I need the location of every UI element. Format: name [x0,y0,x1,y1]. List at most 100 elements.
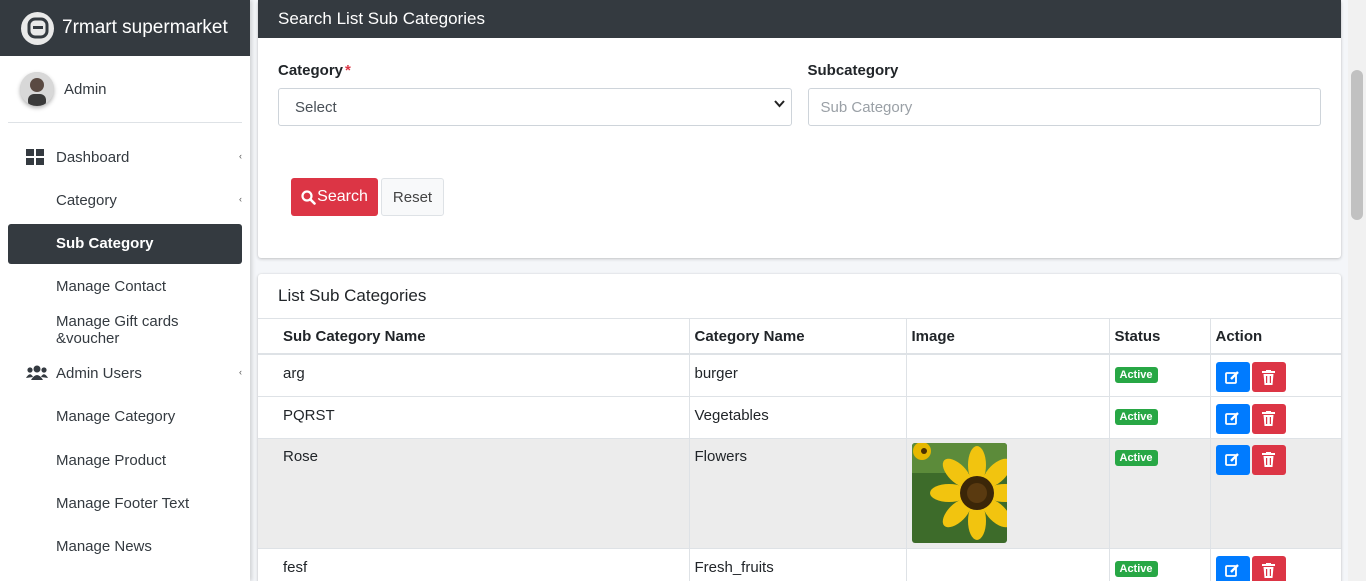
trash-icon [1262,369,1275,385]
sidebar-item-manage-footer-text[interactable]: Manage Footer Text [8,483,242,523]
column-header-image: Image [906,319,1110,355]
chevron-left-icon: ‹ [239,367,242,378]
status-cell: Active [1109,548,1211,581]
table-row: fesf Fresh_fruits Active [258,548,1341,581]
column-header-sub-category-name: Sub Category Name [258,319,690,355]
table-row: PQRST Vegetables Active [258,396,1341,439]
chevron-left-icon: ‹ [239,194,242,205]
search-form: Category * Select Subcategory Sub Categor… [258,62,1341,126]
subcategory-placeholder: Sub Category [820,98,913,116]
action-cell [1210,396,1341,439]
edit-icon [1225,453,1239,466]
edit-button[interactable] [1215,444,1250,475]
category-field-group: Category * Select [278,62,792,126]
brand-title: 7rmart supermarket [62,17,228,38]
delete-button[interactable] [1251,362,1286,392]
table-header-row: Sub Category Name Category Name Image St… [258,319,1341,355]
subcategory-table: Sub Category Name Category Name Image St… [258,319,1341,581]
trash-icon [1262,452,1275,467]
page-scrollbar[interactable] [1348,0,1366,581]
category-name-cell: Fresh_fruits [689,548,907,581]
status-cell: Active [1109,396,1211,439]
column-header-action: Action [1210,319,1341,355]
action-cell [1210,438,1341,549]
delete-button[interactable] [1251,444,1286,475]
search-button[interactable]: Search [291,178,378,216]
status-cell: Active [1109,354,1211,397]
required-mark: * [345,62,351,79]
dashboard-icon [26,149,48,165]
reset-button[interactable]: Reset [381,178,444,216]
image-cell [906,548,1110,581]
trash-icon [1262,411,1275,426]
subcategory-input[interactable]: Sub Category [807,88,1321,126]
search-button-label: Search [317,188,368,205]
brand-logo-icon [21,11,54,45]
users-icon [26,365,48,381]
sidebar-item-manage-gift-cards[interactable]: Manage Gift cards &voucher [8,310,242,350]
edit-icon [1225,564,1239,577]
sub-category-name-cell: Rose [258,438,690,549]
sidebar-item-manage-category[interactable]: Manage Category [8,397,242,437]
sidebar-item-admin-users[interactable]: Admin Users ‹ [8,353,242,393]
sidebar-item-category[interactable]: Category ‹ [8,180,242,220]
subcategory-field-group: Subcategory Sub Category [807,62,1321,126]
action-cell [1210,548,1341,581]
edit-icon [1225,370,1239,384]
user-panel[interactable]: Admin [8,56,242,123]
sidebar-item-dashboard[interactable]: Dashboard ‹ [8,137,242,177]
sidebar-item-label: Manage News [56,538,152,556]
user-name: Admin [64,80,107,98]
delete-button[interactable] [1251,403,1286,434]
sidebar-nav: Dashboard ‹ Category ‹ Sub Category Mana… [0,137,250,567]
image-cell [906,354,1110,397]
status-badge[interactable]: Active [1114,408,1158,425]
sub-category-name-cell: PQRST [258,396,690,439]
image-cell [906,438,1110,549]
sidebar-item-label: Manage Category [56,408,176,426]
sunflower-image [911,442,1007,543]
category-select-value: Select [295,98,337,116]
action-cell [1210,354,1341,397]
search-card: Search List Sub Categories Category * Sel… [258,0,1341,258]
list-card: List Sub Categories Sub Category Name Ca… [258,274,1341,581]
status-badge[interactable]: Active [1114,367,1158,383]
category-name-cell: Vegetables [689,396,907,439]
category-name-cell: Flowers [689,438,907,549]
sidebar-item-label: Manage Footer Text [56,494,190,512]
edit-button[interactable] [1215,403,1250,434]
edit-button[interactable] [1215,362,1250,392]
sidebar-item-manage-product[interactable]: Manage Product [8,440,242,480]
status-badge[interactable]: Active [1114,560,1158,577]
column-header-category-name: Category Name [689,319,907,355]
brand-link[interactable]: 7rmart supermarket [0,0,250,56]
scrollbar-thumb[interactable] [1351,70,1363,220]
sidebar-item-manage-news[interactable]: Manage News [8,527,242,567]
image-cell [906,396,1110,439]
subcategory-label: Subcategory [807,62,899,79]
avatar [20,72,54,106]
category-name-cell: burger [689,354,907,397]
category-label: Category * [278,62,351,79]
search-icon [301,189,316,205]
sidebar-item-label: Category [56,191,117,209]
table-row: Rose Flowers Active [258,438,1341,549]
table-row: arg burger Active [258,354,1341,397]
category-select[interactable]: Select [278,88,792,126]
sidebar-item-label: Manage Gift cards &voucher [56,313,179,348]
status-cell: Active [1109,438,1211,549]
sidebar-item-label: Manage Product [56,451,167,469]
search-actions: Search Reset [258,178,1341,216]
status-badge[interactable]: Active [1114,449,1158,466]
main-content: Search List Sub Categories Category * Sel… [258,0,1341,581]
sidebar: 7rmart supermarket Admin Dashboard ‹ Cat… [0,0,250,581]
delete-button[interactable] [1251,555,1286,581]
column-header-status: Status [1109,319,1211,355]
sidebar-item-manage-contact[interactable]: Manage Contact [8,267,242,307]
edit-button[interactable] [1215,555,1250,581]
edit-icon [1225,412,1239,425]
sidebar-item-label: Dashboard [56,148,130,166]
search-card-title: Search List Sub Categories [258,0,1341,38]
sidebar-item-sub-category[interactable]: Sub Category [8,223,242,264]
sidebar-item-label: Sub Category [56,235,154,253]
